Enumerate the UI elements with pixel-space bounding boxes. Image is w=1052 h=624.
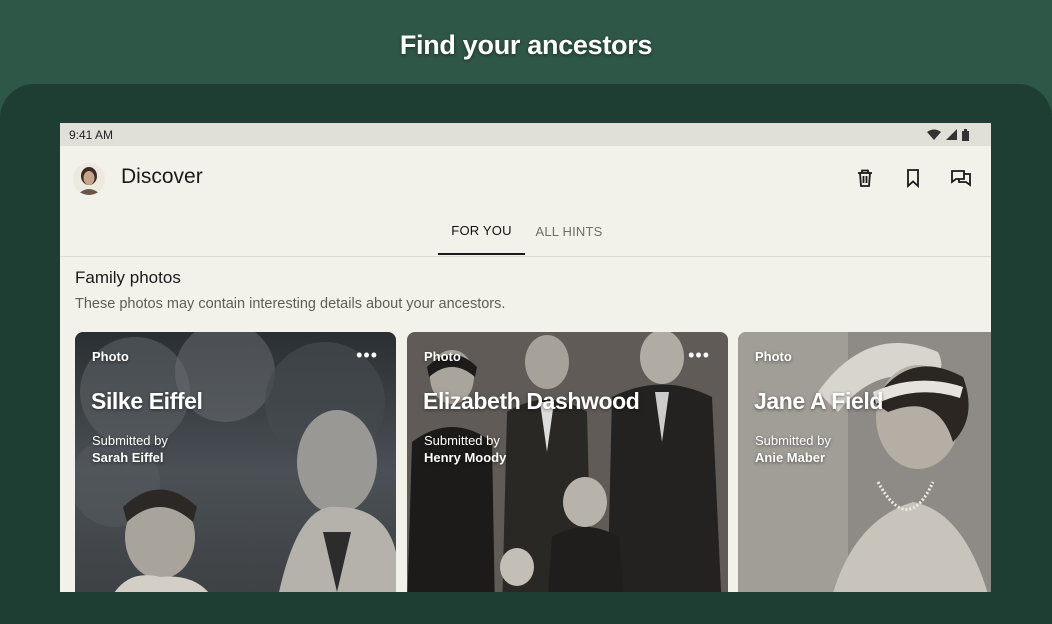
photo-card[interactable]: Photo ••• Elizabeth Dashwood Submitted b… [407,332,728,592]
submitter-name: Henry Moody [424,450,507,465]
card-title: Elizabeth Dashwood [423,388,640,414]
tab-bar: FOR YOU ALL HINTS [60,208,991,257]
more-options-button[interactable]: ••• [356,346,378,364]
status-bar: 9:41 AM [60,123,991,146]
card-title: Silke Eiffel [91,388,203,414]
status-icons [927,128,969,141]
photo-card[interactable]: Photo Jane A Field Submitted by Anie Mab… [738,332,991,592]
tab-for-you[interactable]: FOR YOU [438,208,525,255]
more-options-button[interactable]: ••• [688,346,710,364]
app-screen: 9:41 AM Discover FOR YOU ALL HINTS Famil… [60,123,991,592]
app-actions [853,166,973,190]
tab-all-hints[interactable]: ALL HINTS [525,208,613,255]
card-type: Photo [755,349,792,364]
app-bar: Discover [60,146,991,208]
submitted-by-label: Submitted by [424,433,500,448]
submitter-name: Sarah Eiffel [92,450,164,465]
submitter-name: Anie Maber [755,450,826,465]
page-title: Discover [121,165,203,188]
submitted-by-label: Submitted by [755,433,831,448]
wifi-icon [927,129,941,140]
battery-icon [962,128,969,141]
card-type: Photo [92,349,129,364]
submitted-by-label: Submitted by [92,433,168,448]
bookmark-button[interactable] [901,166,925,190]
section-subtitle: These photos may contain interesting det… [75,296,506,312]
card-type: Photo [424,349,461,364]
messages-button[interactable] [949,166,973,190]
photo-card[interactable]: Photo ••• Silke Eiffel Submitted by Sara… [75,332,396,592]
trash-icon [858,169,872,187]
section-title: Family photos [75,268,181,287]
avatar[interactable] [73,163,105,195]
bookmark-icon [907,169,919,188]
signal-icon [946,129,957,140]
chat-icon [951,170,971,187]
delete-button[interactable] [853,166,877,190]
promo-title: Find your ancestors [399,30,653,60]
card-title: Jane A Field [754,388,883,414]
status-time: 9:41 AM [69,127,114,142]
